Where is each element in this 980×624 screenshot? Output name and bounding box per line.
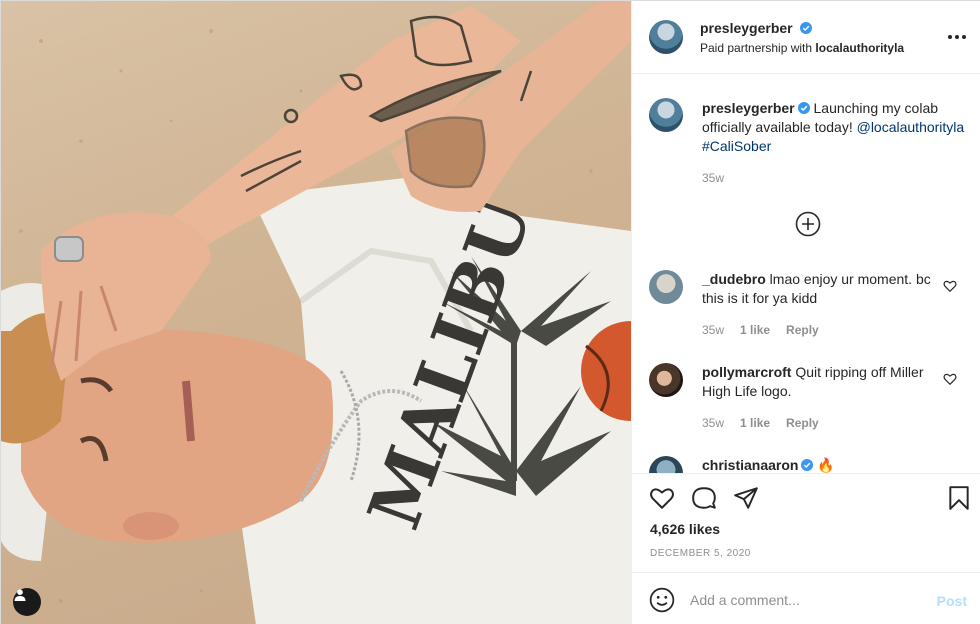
post-comment-button[interactable]: Post xyxy=(937,593,967,609)
more-options-icon[interactable] xyxy=(946,27,968,47)
plus-circle-icon[interactable] xyxy=(795,211,821,237)
post-photo[interactable]: MALIBU xyxy=(1,1,631,624)
comment-timestamp[interactable]: 35w xyxy=(702,416,724,430)
post-modal: MALIBU presleygerber Paid partnership wi… xyxy=(0,0,980,624)
partner-username[interactable]: localauthorityla xyxy=(815,41,904,55)
caption-hashtag-link[interactable]: #CaliSober xyxy=(702,138,771,154)
post-author-username[interactable]: presleygerber xyxy=(700,20,793,36)
caption-timestamp[interactable]: 35w xyxy=(702,171,724,185)
post-side-panel: presleygerber Paid partnership with loca… xyxy=(631,1,980,624)
add-comment-bar: Post xyxy=(632,572,980,624)
avatar[interactable] xyxy=(649,20,683,54)
share-icon[interactable] xyxy=(733,485,759,511)
likes-count[interactable]: 4,626 likes xyxy=(650,521,720,537)
post-header: presleygerber Paid partnership with loca… xyxy=(632,1,980,74)
comment-item: pollymarcroft Quit ripping off Miller Hi… xyxy=(702,363,942,401)
comments-list[interactable]: presleygerber Launching my colab officia… xyxy=(632,75,980,473)
comment-item: christianaaron 🔥 xyxy=(702,456,942,473)
emoji-icon[interactable] xyxy=(649,587,675,613)
add-comment-input[interactable] xyxy=(690,587,920,613)
user-tag-button[interactable] xyxy=(13,588,41,616)
verified-badge-icon xyxy=(799,22,812,34)
comment-username[interactable]: _dudebro xyxy=(702,271,766,287)
heart-icon[interactable] xyxy=(649,485,675,511)
comment-item: _dudebro lmao enjoy ur moment. bc this i… xyxy=(702,270,942,308)
comment-username[interactable]: pollymarcroft xyxy=(702,364,791,380)
photo-illustration: MALIBU xyxy=(1,1,631,624)
heart-icon[interactable] xyxy=(943,372,957,386)
post-actions: 4,626 likes DECEMBER 5, 2020 xyxy=(632,473,980,572)
comment-meta: 35w 1 like Reply xyxy=(702,416,819,430)
verified-badge-icon xyxy=(801,459,814,471)
avatar[interactable] xyxy=(649,363,683,397)
caption-meta: 35w xyxy=(702,171,724,185)
avatar[interactable] xyxy=(649,456,683,473)
bookmark-icon[interactable] xyxy=(946,485,972,511)
user-tag-icon xyxy=(14,589,26,601)
heart-icon[interactable] xyxy=(943,279,957,293)
comment-likes[interactable]: 1 like xyxy=(740,323,770,337)
post-date[interactable]: DECEMBER 5, 2020 xyxy=(650,548,751,559)
comment-meta: 35w 1 like Reply xyxy=(702,323,819,337)
comment-username[interactable]: christianaaron xyxy=(702,457,798,473)
partnership-line: Paid partnership with localauthorityla xyxy=(700,41,904,55)
avatar[interactable] xyxy=(649,270,683,304)
caption-avatar[interactable] xyxy=(649,98,683,132)
comment-likes[interactable]: 1 like xyxy=(740,416,770,430)
caption: presleygerber Launching my colab officia… xyxy=(702,99,967,156)
comment-text: 🔥 xyxy=(817,457,835,473)
comment-icon[interactable] xyxy=(691,485,717,511)
verified-badge-icon xyxy=(797,102,810,114)
comment-timestamp[interactable]: 35w xyxy=(702,323,724,337)
caption-username[interactable]: presleygerber xyxy=(702,100,795,116)
caption-mention-link[interactable]: @localauthorityla xyxy=(857,119,965,135)
reply-button[interactable]: Reply xyxy=(786,416,819,430)
reply-button[interactable]: Reply xyxy=(786,323,819,337)
partnership-prefix: Paid partnership with xyxy=(700,41,813,55)
